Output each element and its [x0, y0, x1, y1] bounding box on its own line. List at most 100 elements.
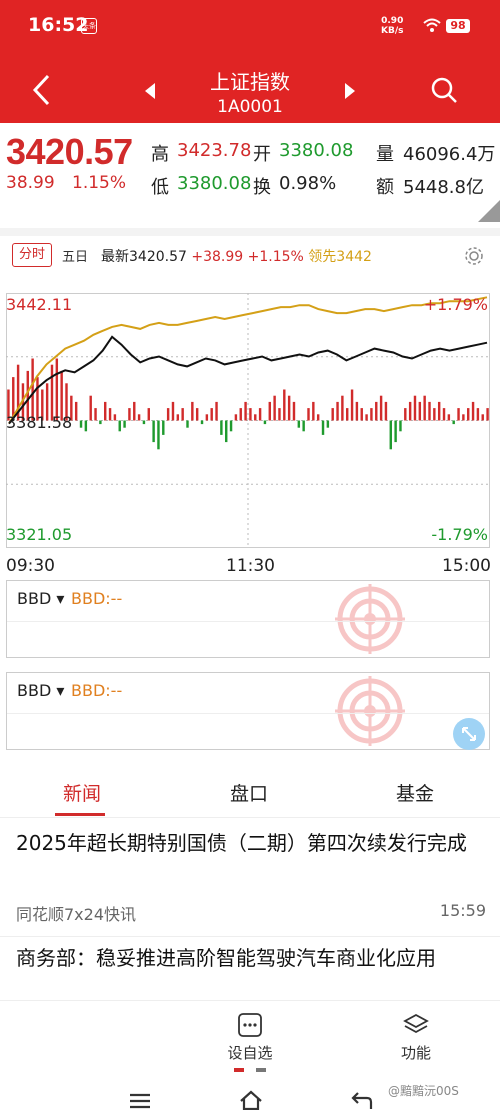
gear-icon[interactable]	[463, 245, 485, 267]
pct-axis-top: +1.79%	[423, 295, 488, 314]
volume-bar	[486, 408, 489, 421]
page-dot-active	[234, 1068, 244, 1072]
menu-icon[interactable]	[128, 1092, 152, 1110]
tab-five-day[interactable]: 五日	[62, 246, 88, 265]
wifi-icon	[423, 18, 441, 32]
bbd-value: BBD:--	[71, 589, 123, 608]
volume-bar	[225, 420, 228, 443]
back-nav-icon[interactable]	[350, 1090, 374, 1110]
volume-bar	[384, 401, 388, 421]
volume-bar	[452, 420, 455, 425]
open-label: 开	[253, 144, 271, 165]
target-watermark-icon	[335, 584, 405, 654]
y-axis-mid: 3381.58	[6, 413, 73, 432]
bbd-selector[interactable]: BBD ▾	[17, 681, 64, 700]
volume-bar	[239, 408, 242, 421]
volume-bar	[355, 401, 359, 421]
volume-bar	[375, 401, 378, 421]
turnover-label: 换	[253, 177, 271, 198]
volume-bar	[413, 395, 417, 421]
page-dot	[256, 1068, 266, 1072]
tab-orderbook[interactable]: 盘口	[230, 779, 268, 806]
section-divider	[0, 228, 500, 236]
volume-bar	[312, 401, 315, 421]
pct-axis-bottom: -1.79%	[431, 525, 488, 544]
volume-bar	[104, 401, 107, 421]
page-title: 上证指数	[210, 70, 290, 94]
layers-icon	[403, 1013, 429, 1034]
price-change-pct: 1.15%	[72, 173, 127, 193]
volume-bar	[99, 420, 102, 425]
latest-change: +38.99	[191, 249, 244, 265]
status-bar: 16:52 头条 0.90 KB/s 98	[0, 0, 500, 52]
volume-bar	[476, 408, 480, 421]
intraday-chart[interactable]: 3442.11 3381.58 3321.05 +1.79% -1.79%	[6, 293, 490, 548]
tab-funds[interactable]: 基金	[396, 779, 434, 806]
add-watchlist-button[interactable]: 设自选	[220, 1012, 280, 1063]
amount-label: 额	[376, 177, 394, 198]
bbd-panel-1[interactable]: BBD ▾ BBD:--	[6, 580, 490, 658]
volume-bar	[84, 420, 88, 432]
home-icon[interactable]	[238, 1090, 264, 1110]
news-headline[interactable]: 2025年超长期特别国债（二期）第四次续发行完成	[16, 826, 486, 860]
volume-bar	[394, 420, 397, 443]
volume-bar	[166, 408, 170, 421]
next-index-icon[interactable]	[343, 82, 357, 100]
turnover-value: 0.98%	[279, 173, 337, 194]
volume-bar	[118, 420, 121, 432]
active-tab-indicator	[55, 813, 105, 816]
chart-tabs: 分时 五日 最新3420.57 +38.99 +1.15% 领先3442	[0, 240, 500, 274]
search-icon[interactable]	[430, 76, 458, 104]
x-tick-open: 09:30	[6, 556, 55, 576]
volume-bar	[389, 420, 392, 450]
volume-bar	[147, 408, 150, 421]
tab-news[interactable]: 新闻	[63, 779, 101, 806]
volume-bar	[273, 395, 276, 421]
expand-icon[interactable]	[452, 717, 486, 751]
target-watermark-icon	[335, 676, 405, 746]
volume-bar	[254, 414, 257, 421]
high-value: 3423.78	[177, 140, 252, 161]
volume-bar	[370, 408, 373, 421]
news-headline[interactable]: 商务部：稳妥推进高阶智能驾驶汽车商业化应用	[16, 941, 486, 975]
volume-bar	[176, 414, 180, 421]
news-app-icon: 头条	[81, 18, 97, 34]
chart-canvas	[6, 293, 490, 548]
expand-corner-icon[interactable]	[478, 200, 500, 222]
volume-bar	[210, 408, 213, 421]
news-tabs: 新闻 盘口 基金	[0, 765, 500, 818]
functions-button[interactable]: 功能	[386, 1012, 446, 1063]
high-label: 高	[151, 144, 169, 165]
volume-bar	[244, 401, 247, 421]
volume-bar	[471, 401, 475, 421]
volume-bar	[220, 420, 223, 435]
volume-bar	[346, 408, 349, 421]
latest-price: 最新3420.57	[101, 249, 187, 265]
volume-bar	[447, 414, 451, 421]
volume-bar	[307, 408, 310, 421]
volume-bar	[200, 420, 204, 425]
volume-bar	[108, 408, 112, 421]
volume-bar	[258, 408, 262, 421]
volume-bar	[437, 401, 441, 421]
amount-value: 5448.8亿	[403, 177, 484, 198]
volume-bar	[55, 358, 59, 421]
volume-bar	[408, 401, 412, 421]
watermark: @黯黯沅00S	[388, 1084, 459, 1098]
volume-bar	[433, 408, 436, 421]
bbd-selector[interactable]: BBD ▾	[17, 589, 64, 608]
volume-bar	[321, 420, 325, 435]
clock: 16:52	[28, 14, 89, 36]
tab-intraday[interactable]: 分时	[12, 243, 52, 267]
volume-value: 46096.4万	[403, 144, 496, 165]
volume-bar	[326, 420, 330, 428]
volume-bar	[152, 420, 155, 443]
panel-gridline	[7, 621, 489, 622]
volume-bar	[316, 414, 320, 421]
volume-bar	[157, 420, 160, 450]
volume-bar	[462, 414, 465, 421]
volume-bar	[181, 408, 184, 421]
bbd-panel-2[interactable]: BBD ▾ BBD:--	[6, 672, 490, 750]
y-axis-bottom: 3321.05	[6, 525, 73, 544]
volume-bar	[229, 420, 233, 432]
